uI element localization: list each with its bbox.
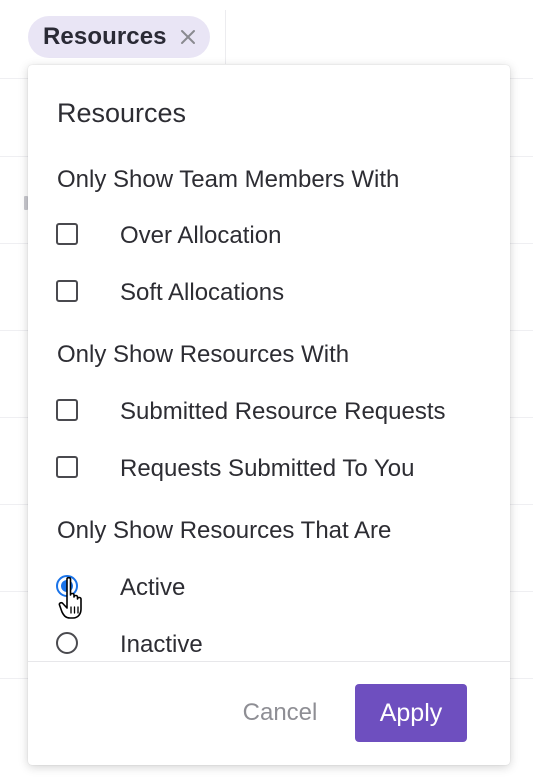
footer-divider <box>28 661 510 662</box>
option-inactive[interactable]: Inactive <box>56 627 496 663</box>
option-label: Over Allocation <box>120 222 282 249</box>
resources-filter-chip[interactable]: Resources <box>28 16 210 58</box>
requests-submitted-to-you-checkbox[interactable] <box>56 456 78 478</box>
over-allocation-checkbox[interactable] <box>56 223 78 245</box>
cancel-button[interactable]: Cancel <box>220 684 340 742</box>
option-label: Active <box>120 574 186 601</box>
section-label-team-members: Only Show Team Members With <box>57 166 400 193</box>
inactive-radio[interactable] <box>56 632 78 654</box>
active-radio[interactable] <box>56 575 78 597</box>
chip-label: Resources <box>43 23 167 50</box>
toolbar-divider <box>225 10 226 64</box>
section-label-resources-that-are: Only Show Resources That Are <box>57 517 392 544</box>
submitted-resource-requests-checkbox[interactable] <box>56 399 78 421</box>
option-active[interactable]: Active <box>56 570 496 606</box>
apply-button[interactable]: Apply <box>355 684 467 742</box>
option-over-allocation[interactable]: Over Allocation <box>56 218 496 254</box>
panel-title: Resources <box>57 98 187 128</box>
option-soft-allocations[interactable]: Soft Allocations <box>56 275 496 311</box>
close-icon[interactable] <box>178 27 198 47</box>
option-label: Soft Allocations <box>120 279 285 306</box>
option-label: Inactive <box>120 631 203 658</box>
option-label: Submitted Resource Requests <box>120 398 446 425</box>
soft-allocations-checkbox[interactable] <box>56 280 78 302</box>
section-label-resources-with: Only Show Resources With <box>57 341 350 368</box>
option-requests-submitted-to-you[interactable]: Requests Submitted To You <box>56 451 496 487</box>
option-label: Requests Submitted To You <box>120 455 415 482</box>
option-submitted-resource-requests[interactable]: Submitted Resource Requests <box>56 394 496 430</box>
resources-filter-dropdown: Resources Only Show Team Members With Ov… <box>28 65 510 765</box>
